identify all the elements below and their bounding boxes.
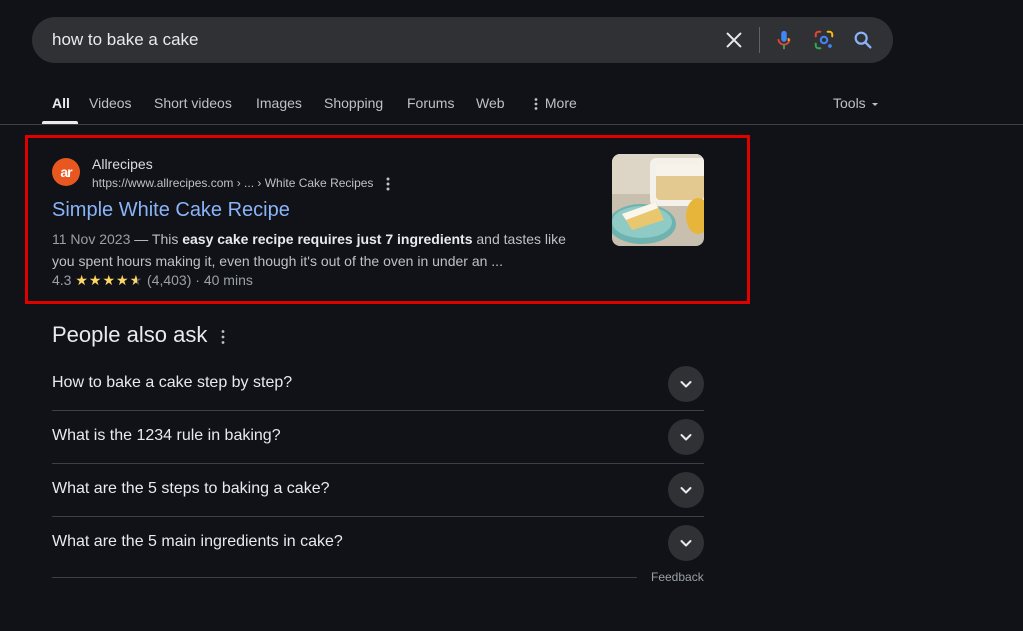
google-lens-icon[interactable] (813, 29, 835, 51)
expand-button[interactable] (668, 525, 704, 561)
paa-question-text: What are the 5 steps to baking a cake? (52, 480, 330, 497)
cake-thumbnail-image[interactable] (612, 154, 704, 246)
search-tabs: All Videos Short videos Images Shopping … (0, 88, 1023, 124)
snippet-text-1: This (151, 231, 183, 247)
result-title-link[interactable]: Simple White Cake Recipe (52, 199, 290, 222)
cook-time: 40 mins (203, 272, 253, 288)
star-rating-icon: ★★★★★ (75, 272, 143, 288)
search-results-page: All Videos Short videos Images Shopping … (0, 0, 1023, 631)
search-icon[interactable] (852, 29, 874, 51)
chevron-down-icon (680, 540, 692, 547)
tab-images[interactable]: Images (256, 95, 302, 111)
result-rating-line: 4.3 ★★★★★ (4,403) · 40 mins (52, 272, 253, 289)
result-snippet: 11 Nov 2023 — This easy cake recipe requ… (52, 228, 582, 272)
search-bar-divider (759, 27, 760, 53)
paa-question-2[interactable]: What is the 1234 rule in baking? (52, 411, 704, 464)
tab-forums[interactable]: Forums (407, 95, 454, 111)
chevron-down-icon (680, 381, 692, 388)
expand-button[interactable] (668, 366, 704, 402)
rating-dot: · (195, 272, 200, 288)
snippet-separator: — (130, 231, 152, 247)
half-star-icon: ★ (129, 272, 144, 288)
snippet-bold-text: easy cake recipe requires just 7 ingredi… (182, 231, 473, 247)
result-date: 11 Nov 2023 (52, 231, 131, 247)
tab-more[interactable]: More (531, 95, 577, 111)
result-site-name[interactable]: Allrecipes (92, 156, 153, 172)
search-input[interactable] (52, 17, 712, 63)
allrecipes-favicon[interactable]: ar (52, 158, 80, 186)
tab-short-videos[interactable]: Short videos (154, 95, 232, 111)
paa-question-4[interactable]: What are the 5 main ingredients in cake? (52, 517, 704, 570)
full-stars: ★★★★ (75, 272, 130, 288)
review-count: (4,403) (147, 272, 192, 288)
expand-button[interactable] (668, 472, 704, 508)
people-also-ask-heading: People also ask (52, 322, 208, 347)
search-bar[interactable] (32, 17, 893, 63)
paa-question-1[interactable]: How to bake a cake step by step? (52, 358, 704, 411)
more-vert-icon (534, 98, 538, 111)
paa-bottom-divider (52, 577, 637, 578)
tab-shopping[interactable]: Shopping (324, 95, 383, 111)
tab-more-label: More (544, 95, 577, 111)
feedback-link[interactable]: Feedback (651, 570, 704, 584)
chevron-down-icon (680, 434, 692, 441)
tab-videos[interactable]: Videos (89, 95, 132, 111)
paa-options-icon[interactable] (218, 328, 228, 346)
tab-all[interactable]: All (52, 95, 70, 111)
tools-button[interactable]: Tools (833, 95, 880, 111)
result-url-breadcrumb[interactable]: https://www.allrecipes.com › ... › White… (92, 176, 373, 190)
paa-question-text: What is the 1234 rule in baking? (52, 427, 281, 444)
microphone-icon[interactable] (773, 29, 795, 51)
result-options-icon[interactable] (382, 176, 394, 192)
caret-down-icon (871, 103, 878, 107)
paa-question-3[interactable]: What are the 5 steps to baking a cake? (52, 464, 704, 517)
rating-value: 4.3 (52, 272, 72, 288)
tab-web[interactable]: Web (476, 95, 505, 111)
tools-label: Tools (833, 95, 866, 111)
close-icon[interactable] (723, 29, 745, 51)
paa-question-text: What are the 5 main ingredients in cake? (52, 533, 343, 550)
tabs-divider (0, 124, 1023, 125)
expand-button[interactable] (668, 419, 704, 455)
chevron-down-icon (680, 487, 692, 494)
paa-question-text: How to bake a cake step by step? (52, 374, 293, 391)
